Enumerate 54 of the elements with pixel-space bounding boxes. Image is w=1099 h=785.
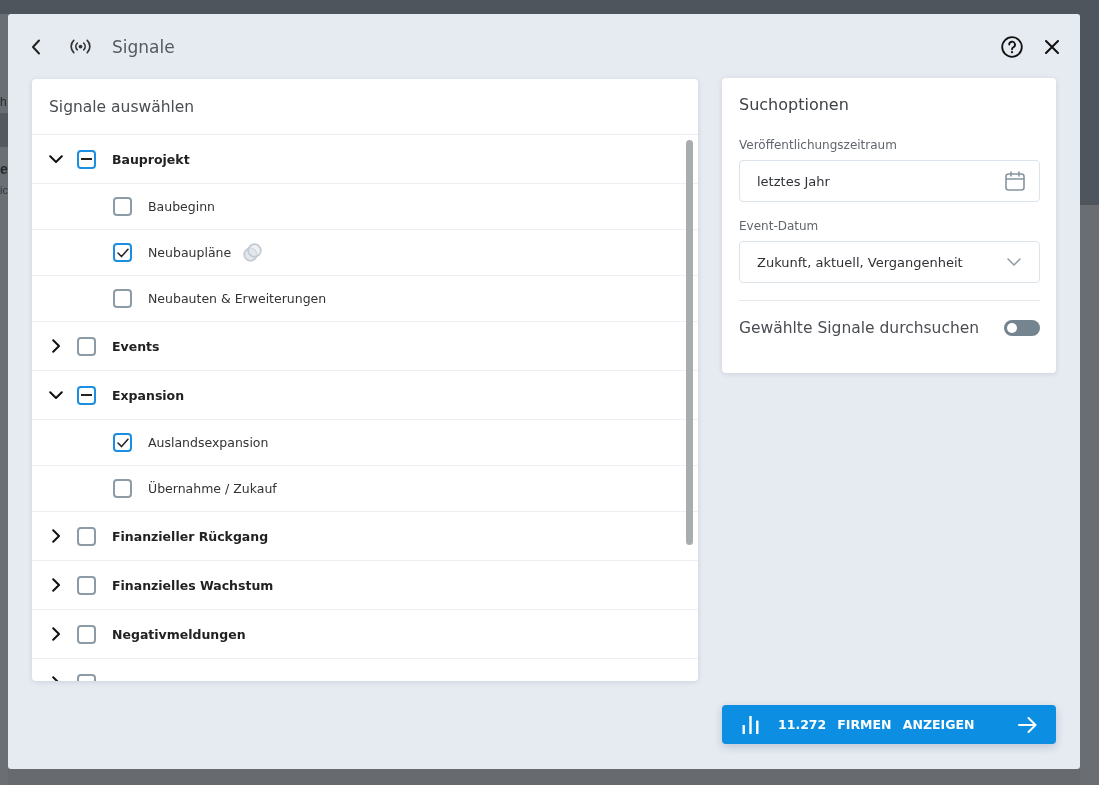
date-field[interactable]: letztes Jahr [739, 160, 1040, 202]
dialog-title: Signale [112, 36, 175, 57]
checkbox[interactable] [77, 575, 96, 595]
background-text: h [0, 96, 7, 108]
bar-chart-icon [742, 715, 759, 734]
checkbox[interactable] [113, 433, 132, 452]
minus-icon [81, 394, 92, 396]
card-title: Suchoptionen [739, 95, 850, 115]
show-companies-button[interactable]: 11.272 FIRMEN ANZEIGEN [722, 705, 1056, 744]
checkbox[interactable] [77, 624, 96, 644]
checkbox[interactable] [77, 149, 96, 169]
scrollbar-thumb[interactable] [686, 140, 693, 545]
overlapping-circles-icon [243, 243, 263, 262]
arrow-right-icon [1018, 716, 1037, 733]
checkmark-icon [116, 437, 129, 448]
chevron-right-icon[interactable] [51, 339, 61, 353]
chevron-down-icon [1007, 258, 1021, 266]
signal-label: Neubauten & Erweiterungen [148, 291, 327, 306]
signal-label: Übernahme / Zukauf [148, 481, 277, 496]
group-label: Finanzielles Wachstum [112, 577, 274, 593]
chevron-right-icon[interactable] [51, 529, 61, 543]
checkbox[interactable] [77, 336, 96, 356]
field-label: Veröffentlichungszeitraum [739, 137, 898, 153]
group-label: Negativmeldungen [112, 626, 246, 642]
checkbox[interactable] [113, 289, 132, 308]
minus-icon [81, 158, 92, 160]
field-label: Event-Datum [739, 218, 820, 234]
checkbox[interactable] [77, 526, 96, 546]
toggle-label: Gewählte Signale durchsuchen [739, 319, 980, 337]
checkmark-icon [116, 247, 129, 258]
signal-label: Neubaupläne [148, 245, 232, 260]
close-icon[interactable] [1045, 39, 1059, 54]
help-icon[interactable] [1001, 35, 1023, 58]
card-title: Signale auswählen [49, 97, 195, 116]
group-label: Finanzieller Rückgang [112, 528, 269, 544]
calendar-icon [1005, 171, 1025, 191]
checkbox[interactable] [113, 479, 132, 498]
dropdown[interactable]: Zukunft, aktuell, Vergangenheit [739, 241, 1040, 283]
group-label: Events [112, 338, 160, 354]
toggle-switch[interactable] [1004, 320, 1040, 336]
chevron-right-icon[interactable] [51, 627, 61, 641]
checkbox[interactable] [77, 385, 96, 405]
chevron-down-icon[interactable] [49, 154, 63, 164]
chevron-down-icon[interactable] [49, 390, 63, 400]
broadcast-icon [68, 39, 93, 54]
group-label: Expansion [112, 387, 185, 403]
chevron-right-icon[interactable] [51, 578, 61, 592]
checkbox[interactable] [113, 243, 132, 262]
background-text: e [0, 162, 8, 176]
back-icon[interactable] [31, 38, 41, 55]
group-label: Bauprojekt [112, 151, 190, 167]
signal-label: Auslandsexpansion [148, 435, 269, 450]
checkbox[interactable] [113, 197, 132, 216]
signal-label: Baubeginn [148, 199, 216, 214]
